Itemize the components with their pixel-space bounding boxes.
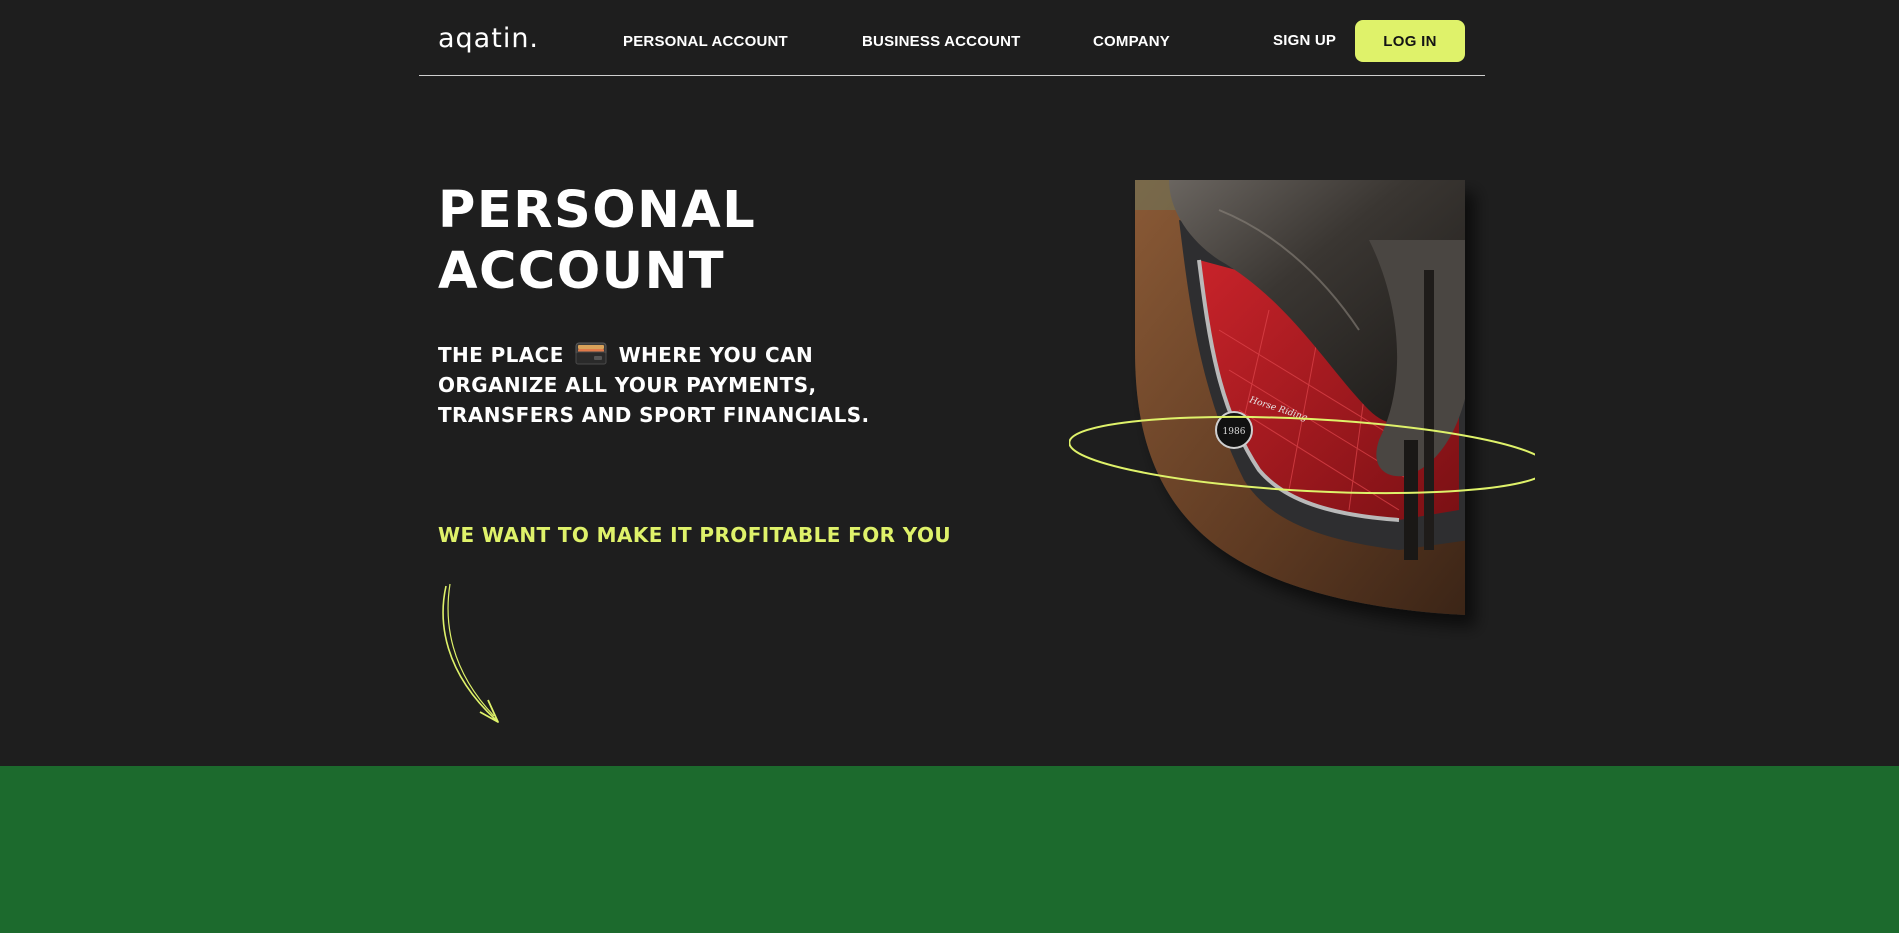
nav-company[interactable]: COMPANY [1093, 33, 1170, 50]
hero-photo: 1986 Horse Riding [1069, 180, 1535, 640]
curved-arrow-down-icon [442, 583, 499, 723]
green-section [0, 766, 1899, 933]
subtitle-line-2: ORGANIZE ALL YOUR PAYMENTS, [438, 373, 817, 397]
hero-title-line-1: PERSONAL [438, 181, 757, 240]
horse-saddle-image: 1986 Horse Riding [1069, 180, 1535, 615]
login-button[interactable]: LOG IN [1355, 20, 1465, 62]
badge-text: 1986 [1223, 427, 1246, 437]
hero-subtitle: THE PLACE WHERE YOU CAN ORGANIZE ALL YOU… [438, 340, 898, 430]
subtitle-line-3: TRANSFERS AND SPORT FINANCIALS. [438, 403, 870, 427]
hero-tagline: WE WANT TO MAKE IT PROFITABLE FOR YOU [438, 523, 952, 547]
hero-title-line-2: ACCOUNT [438, 242, 726, 301]
signup-link[interactable]: SIGN UP [1273, 32, 1336, 49]
page-container: aqatin. PERSONAL ACCOUNT BUSINESS ACCOUN… [419, 0, 1535, 766]
subtitle-line-1-start: THE PLACE [438, 343, 564, 367]
subtitle-line-1: THE PLACE WHERE YOU CAN [438, 340, 898, 370]
site-header: aqatin. PERSONAL ACCOUNT BUSINESS ACCOUN… [419, 0, 1485, 76]
subtitle-line-1-end: WHERE YOU CAN [618, 343, 814, 367]
brand-logo[interactable]: aqatin. [438, 22, 539, 56]
hero-title: PERSONAL ACCOUNT [438, 180, 756, 302]
wallet-icon [575, 342, 607, 365]
nav-personal-account[interactable]: PERSONAL ACCOUNT [623, 33, 788, 50]
nav-business-account[interactable]: BUSINESS ACCOUNT [862, 33, 1021, 50]
